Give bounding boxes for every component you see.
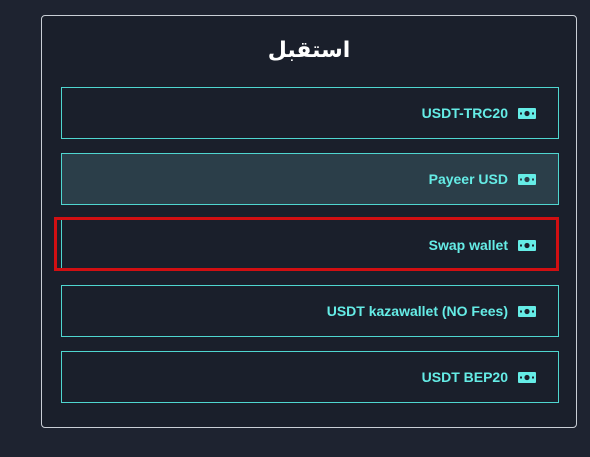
option-usdt-bep20[interactable]: USDT BEP20: [61, 351, 559, 403]
money-bill-icon: [518, 239, 536, 251]
money-bill-icon: [518, 305, 536, 317]
receive-panel: استقبل USDT-TRC20 Payeer USD Swap wallet…: [41, 15, 577, 428]
option-label: Swap wallet: [428, 237, 508, 253]
money-bill-icon: [518, 371, 536, 383]
option-usdt-kazawallet[interactable]: USDT kazawallet (NO Fees): [61, 285, 559, 337]
money-bill-icon: [518, 107, 536, 119]
option-payeer-usd[interactable]: Payeer USD: [61, 153, 559, 205]
option-swap-wallet[interactable]: Swap wallet: [61, 219, 559, 271]
option-label: USDT-TRC20: [421, 105, 508, 121]
panel-title: استقبل: [267, 38, 351, 63]
option-label: USDT kazawallet (NO Fees): [326, 303, 508, 319]
option-label: USDT BEP20: [421, 369, 508, 385]
money-bill-icon: [518, 173, 536, 185]
option-usdt-trc20[interactable]: USDT-TRC20: [61, 87, 559, 139]
option-label: Payeer USD: [428, 171, 508, 187]
